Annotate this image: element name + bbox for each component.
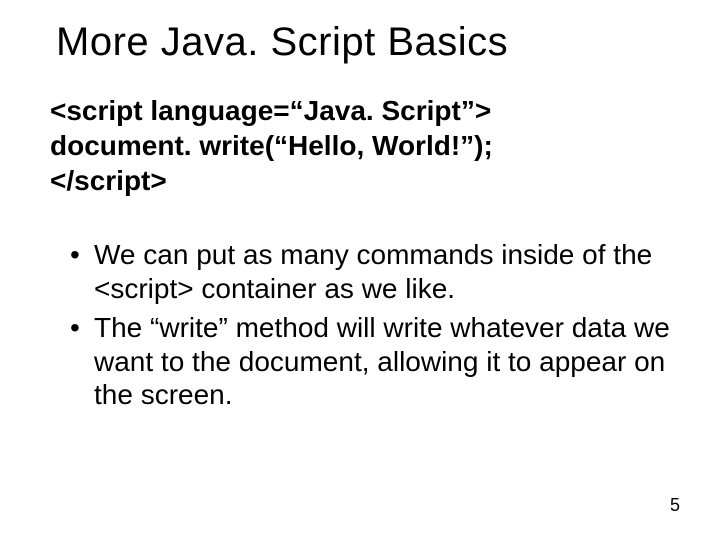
bullet-item: We can put as many commands inside of th… xyxy=(70,238,670,305)
bullet-list: We can put as many commands inside of th… xyxy=(50,238,670,412)
code-line-2: document. write(“Hello, World!”); xyxy=(50,128,670,163)
code-line-3: </script> xyxy=(50,163,670,198)
code-block: <script language=“Java. Script”> documen… xyxy=(50,93,670,198)
slide-title: More Java. Script Basics xyxy=(56,20,670,65)
slide: More Java. Script Basics <script languag… xyxy=(0,0,720,540)
page-number: 5 xyxy=(670,495,680,516)
bullet-item: The “write” method will write whatever d… xyxy=(70,311,670,412)
code-line-1: <script language=“Java. Script”> xyxy=(50,93,670,128)
